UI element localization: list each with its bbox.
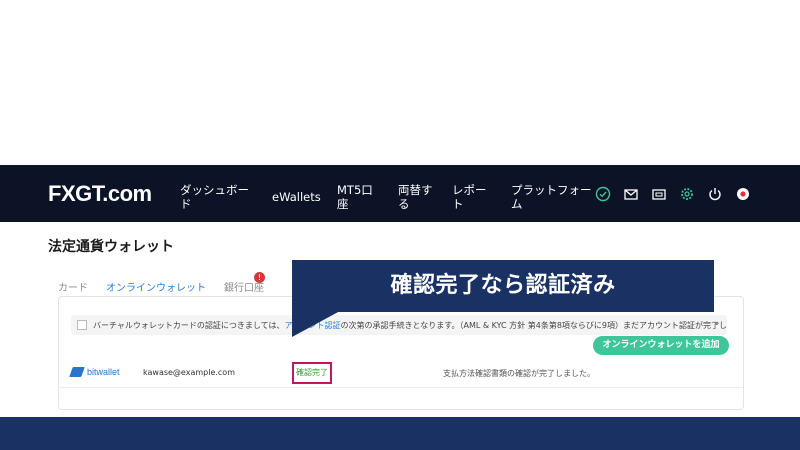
nav-exchange[interactable]: 両替す る xyxy=(398,183,433,211)
top-blank-area xyxy=(0,0,800,165)
top-navbar: FXGT.com ダッシュボー ド eWallets MT5口 座 両替す る … xyxy=(0,165,800,222)
wallet-email: kawase@example.com xyxy=(143,368,235,377)
wallet-panel: バーチャルウォレットカードの認証につきましては、アカウント認証の次第の承認手続き… xyxy=(58,296,744,410)
check-circle-icon[interactable] xyxy=(594,185,612,203)
nav-ewallets[interactable]: eWallets xyxy=(272,190,321,204)
nav-reports[interactable]: レポー ト xyxy=(452,183,487,211)
flag-icon[interactable] xyxy=(734,185,752,203)
callout-banner: 確認完了なら認証済み xyxy=(292,260,714,312)
fxgt-logo[interactable]: FXGT.com xyxy=(48,181,152,207)
power-icon[interactable] xyxy=(706,185,724,203)
nav-mt5-account[interactable]: MT5口 座 xyxy=(337,183,373,211)
wallet-card-icon[interactable] xyxy=(650,185,668,203)
notice-checkbox[interactable] xyxy=(77,320,87,330)
bitwallet-icon xyxy=(69,367,85,377)
nav-icon-group xyxy=(594,185,752,203)
verification-notice: バーチャルウォレットカードの認証につきましては、アカウント認証の次第の承認手続き… xyxy=(71,315,727,335)
gear-icon[interactable] xyxy=(678,185,696,203)
nav-dashboard[interactable]: ダッシュボー ド xyxy=(180,183,249,211)
wallet-row: bitwallet kawase@example.com 確認完了 支払方法確認… xyxy=(59,357,743,388)
callout-pointer xyxy=(292,311,340,337)
tab-online-wallet[interactable]: オンラインウォレット ! xyxy=(106,272,265,294)
tab-bank-account[interactable]: 銀行口座 xyxy=(224,279,264,294)
chevron-down-icon[interactable]: ⌄ xyxy=(713,317,721,328)
tab-card[interactable]: カード xyxy=(58,279,88,294)
status-badge: 確認完了 xyxy=(292,362,332,384)
bitwallet-logo: bitwallet xyxy=(69,367,120,377)
notice-text: バーチャルウォレットカードの認証につきましては、アカウント認証の次第の承認手続き… xyxy=(93,321,727,330)
mail-icon[interactable] xyxy=(622,185,640,203)
nav-platforms[interactable]: プラットフォー ム xyxy=(511,183,592,211)
status-description: 支払方法確認書類の確認が完了しました。 xyxy=(443,369,595,378)
page-title: 法定通貨ウォレット xyxy=(48,239,174,255)
add-online-wallet-button[interactable]: オンラインウォレットを追加 xyxy=(593,336,729,355)
bottom-banner-bar xyxy=(0,417,800,450)
